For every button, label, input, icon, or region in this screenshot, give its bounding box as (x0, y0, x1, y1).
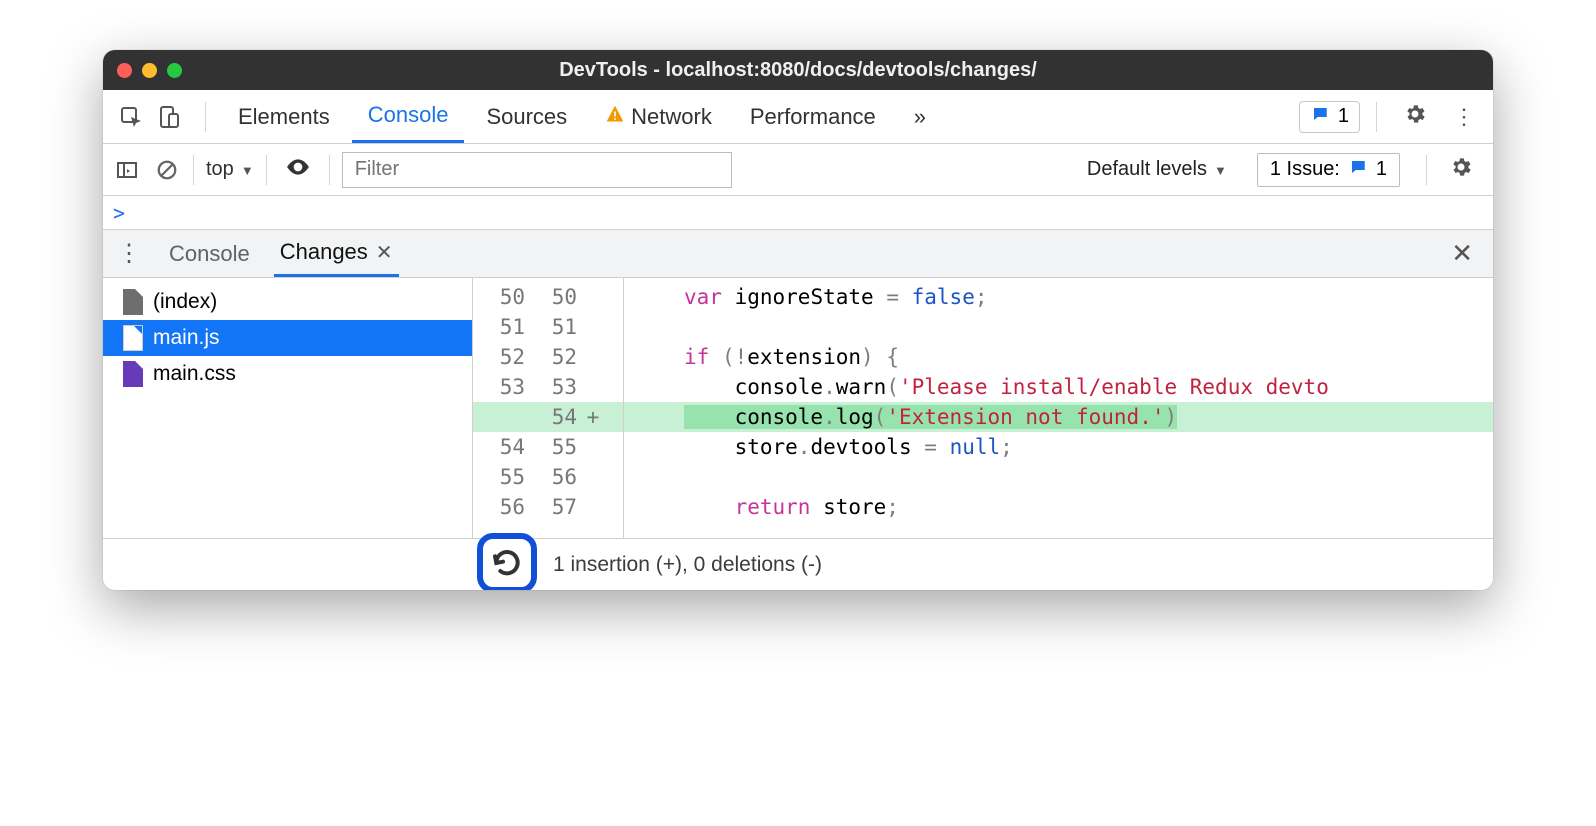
code-line: return store; (624, 492, 1493, 522)
drawer-tab-changes[interactable]: Changes ✕ (274, 230, 399, 277)
gutter-line: 5556 (473, 462, 623, 492)
console-prompt[interactable]: > (103, 196, 1493, 230)
titlebar: DevTools - localhost:8080/docs/devtools/… (103, 50, 1493, 90)
device-toolbar-icon[interactable] (157, 105, 181, 129)
drawer-tabs: ⋮ Console Changes ✕ ✕ (103, 230, 1493, 278)
code-line: console.log('Extension not found.') (624, 402, 1493, 432)
gutter-line: 5252 (473, 342, 623, 372)
divider (205, 102, 206, 132)
changes-panel: (index) main.js main.css 505051515252535… (103, 278, 1493, 538)
divider (266, 155, 267, 185)
live-expression-icon[interactable] (279, 154, 317, 186)
gutter-line: 5455 (473, 432, 623, 462)
chevron-down-icon (1211, 158, 1227, 181)
divider (1376, 102, 1377, 132)
divider (329, 155, 330, 185)
diff-view: 505051515252535354+545555565657 var igno… (473, 278, 1493, 538)
file-icon (123, 289, 143, 315)
gutter-line: 5657 (473, 492, 623, 522)
file-row-main-js[interactable]: main.js (103, 320, 472, 356)
levels-label: Default levels (1087, 158, 1207, 181)
gutter-line: 5353 (473, 372, 623, 402)
drawer-tab-changes-label: Changes (280, 239, 368, 265)
tab-sources[interactable]: Sources (470, 90, 583, 143)
inspect-icon[interactable] (119, 105, 143, 129)
diff-code: var ignoreState = false; if (!extension)… (624, 278, 1493, 538)
code-line: var ignoreState = false; (624, 282, 1493, 312)
gutter-line: 5050 (473, 282, 623, 312)
traffic-lights (117, 63, 182, 78)
prompt-chevron-icon: > (113, 201, 125, 225)
code-line: store.devtools = null; (624, 432, 1493, 462)
file-icon (123, 325, 143, 351)
file-name: main.js (153, 326, 220, 350)
console-settings-gear-icon[interactable] (1439, 155, 1483, 185)
chevron-down-icon (238, 158, 254, 181)
more-tabs-chevron[interactable]: » (898, 90, 942, 143)
window-title: DevTools - localhost:8080/docs/devtools/… (103, 59, 1493, 82)
changes-summary: 1 insertion (+), 0 deletions (-) (553, 553, 822, 577)
issues-button[interactable]: 1 Issue: 1 (1257, 153, 1400, 187)
drawer-more-menu-icon[interactable]: ⋮ (113, 239, 145, 268)
file-name: main.css (153, 362, 236, 386)
changed-files-list: (index) main.js main.css (103, 278, 473, 538)
tab-console[interactable]: Console (352, 90, 465, 143)
gutter-line: 54+ (473, 402, 623, 432)
issues-icon (1348, 158, 1368, 182)
code-line (624, 462, 1493, 492)
devtools-window: DevTools - localhost:8080/docs/devtools/… (103, 50, 1493, 590)
file-row-main-css[interactable]: main.css (103, 356, 472, 392)
divider (1426, 155, 1427, 185)
warning-icon (605, 104, 625, 130)
drawer-close-button[interactable]: ✕ (1441, 238, 1483, 269)
divider (193, 155, 194, 185)
tab-network-label: Network (631, 104, 712, 130)
console-toolbar: top Default levels 1 Issue: 1 (103, 144, 1493, 196)
context-selector[interactable]: top (206, 158, 254, 181)
filter-input[interactable] (342, 152, 732, 188)
code-line (624, 312, 1493, 342)
drawer-tab-console[interactable]: Console (163, 230, 256, 277)
context-label: top (206, 158, 234, 181)
file-icon (123, 361, 143, 387)
gutter-line: 5151 (473, 312, 623, 342)
close-icon[interactable]: ✕ (376, 240, 393, 265)
code-line: console.warn('Please install/enable Redu… (624, 372, 1493, 402)
tab-network[interactable]: Network (589, 90, 728, 143)
diff-gutter: 505051515252535354+545555565657 (473, 278, 623, 538)
clear-console-icon[interactable] (153, 156, 181, 184)
more-menu-icon[interactable]: ⋮ (1443, 104, 1485, 130)
changes-statusbar: 1 insertion (+), 0 deletions (-) (103, 538, 1493, 590)
main-tabs: Elements Console Sources Network Perform… (103, 90, 1493, 144)
window-close-button[interactable] (117, 63, 132, 78)
tab-performance[interactable]: Performance (734, 90, 892, 143)
log-levels-selector[interactable]: Default levels (1087, 158, 1227, 181)
window-zoom-button[interactable] (167, 63, 182, 78)
file-row-index[interactable]: (index) (103, 284, 472, 320)
revert-button[interactable] (477, 533, 537, 590)
issues-count: 1 (1376, 158, 1387, 181)
code-line: if (!extension) { (624, 342, 1493, 372)
tab-elements[interactable]: Elements (222, 90, 346, 143)
settings-gear-icon[interactable] (1393, 102, 1437, 132)
file-name: (index) (153, 290, 217, 314)
issues-indicator[interactable]: 1 (1299, 101, 1360, 133)
console-sidebar-toggle-icon[interactable] (113, 156, 141, 184)
issues-icon (1310, 105, 1330, 129)
window-minimize-button[interactable] (142, 63, 157, 78)
issues-label: 1 Issue: (1270, 158, 1340, 181)
issues-count: 1 (1338, 105, 1349, 128)
